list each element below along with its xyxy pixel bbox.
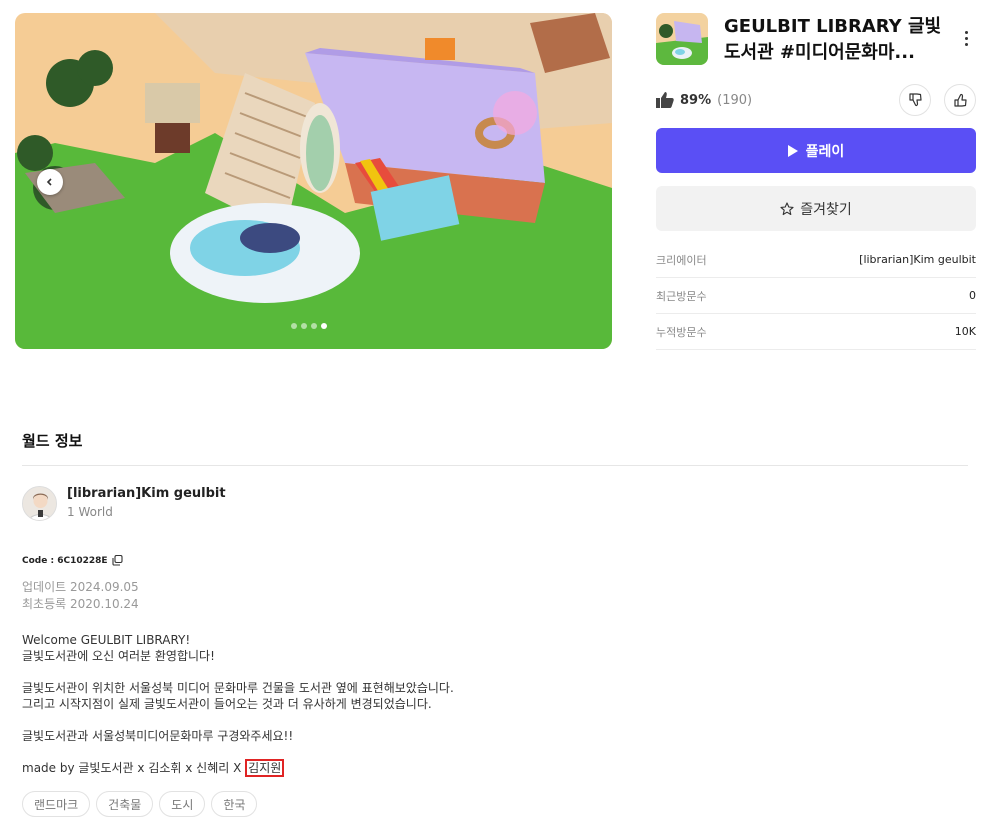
description-credits-line: made by 글빛도서관 x 김소휘 x 신혜리 X 김지원: [22, 759, 285, 777]
world-title-line2: 도서관 #미디어문화마...: [724, 42, 915, 63]
tag-list: 랜드마크 건축물 도시 한국: [22, 791, 258, 817]
creator-name[interactable]: [librarian]Kim geulbit: [67, 486, 226, 501]
carousel-prev-button[interactable]: [37, 169, 63, 195]
more-options-icon[interactable]: [958, 28, 974, 48]
tag-chip[interactable]: 랜드마크: [22, 791, 91, 817]
tag-chip[interactable]: 한국: [211, 791, 258, 817]
registered-date: 최초등록 2020.10.24: [22, 597, 139, 611]
rating-summary: 89% (190): [656, 88, 752, 112]
info-label: 최근방문수: [656, 289, 707, 303]
world-stats-table: 크리에이터 [librarian]Kim geulbit 최근방문수 0 누적방…: [656, 242, 976, 350]
info-row-creator: 크리에이터 [librarian]Kim geulbit: [656, 242, 976, 278]
carousel-dot-active[interactable]: [321, 323, 327, 329]
info-value[interactable]: [librarian]Kim geulbit: [859, 253, 976, 266]
world-screenshot-carousel[interactable]: [15, 13, 612, 349]
info-value: 10K: [954, 325, 976, 338]
favorite-button-label: 즐겨찾기: [800, 201, 852, 218]
rating-count: (190): [717, 92, 753, 108]
thumbs-up-icon: [954, 93, 967, 107]
carousel-indicator: [291, 323, 327, 329]
description-line: 그리고 시작지점이 실제 글빛도서관이 들어오는 것과 더 유사하게 변경되었습…: [22, 697, 432, 711]
info-label: 누적방문수: [656, 325, 707, 339]
copy-icon[interactable]: [111, 555, 123, 566]
chevron-left-icon: [46, 178, 52, 186]
thumbs-down-icon: [909, 93, 922, 107]
world-code-text: Code : 6C10228E: [22, 555, 108, 566]
thumbs-up-filled-icon: [656, 92, 674, 108]
rating-percent: 89%: [680, 92, 712, 108]
tag-chip[interactable]: 도시: [159, 791, 206, 817]
description-line: 글빛도서관에 오신 여러분 환영합니다!: [22, 649, 215, 663]
creator-avatar[interactable]: [22, 486, 57, 521]
like-button[interactable]: [944, 84, 976, 116]
section-divider: [22, 465, 968, 466]
credits-text: made by 글빛도서관 x 김소휘 x 신혜리 X: [22, 761, 246, 775]
updated-date: 업데이트 2024.09.05: [22, 580, 139, 594]
dislike-button[interactable]: [899, 84, 931, 116]
carousel-dot[interactable]: [301, 323, 307, 329]
tag-chip[interactable]: 건축물: [96, 791, 154, 817]
play-button[interactable]: 플레이: [656, 128, 976, 173]
info-value: 0: [969, 289, 976, 302]
world-code: Code : 6C10228E: [22, 555, 123, 566]
description-line: 글빛도서관이 위치한 서울성북 미디어 문화마루 건물을 도서관 옆에 표현해보…: [22, 681, 454, 695]
highlighted-name: 김지원: [245, 759, 285, 777]
play-button-label: 플레이: [805, 143, 845, 160]
description-line: Welcome GEULBIT LIBRARY!: [22, 633, 191, 647]
favorite-button[interactable]: 즐겨찾기: [656, 186, 976, 231]
world-thumbnail: [656, 13, 708, 65]
play-icon: [787, 144, 798, 157]
info-label: 크리에이터: [656, 253, 707, 267]
world-screenshot: [15, 13, 612, 349]
creator-world-count: 1 World: [67, 505, 113, 519]
world-title: GEULBIT LIBRARY 글빛 도서관 #미디어문화마...: [724, 14, 946, 66]
info-row-recent-visits: 최근방문수 0: [656, 278, 976, 314]
description-line: 글빛도서관과 서울성북미디어문화마루 구경와주세요!!: [22, 729, 294, 743]
info-row-total-visits: 누적방문수 10K: [656, 314, 976, 350]
carousel-dot[interactable]: [311, 323, 317, 329]
section-title-world-info: 월드 정보: [22, 432, 83, 450]
carousel-dot[interactable]: [291, 323, 297, 329]
star-icon: [780, 201, 794, 215]
world-title-line1: GEULBIT LIBRARY 글빛: [724, 16, 942, 37]
